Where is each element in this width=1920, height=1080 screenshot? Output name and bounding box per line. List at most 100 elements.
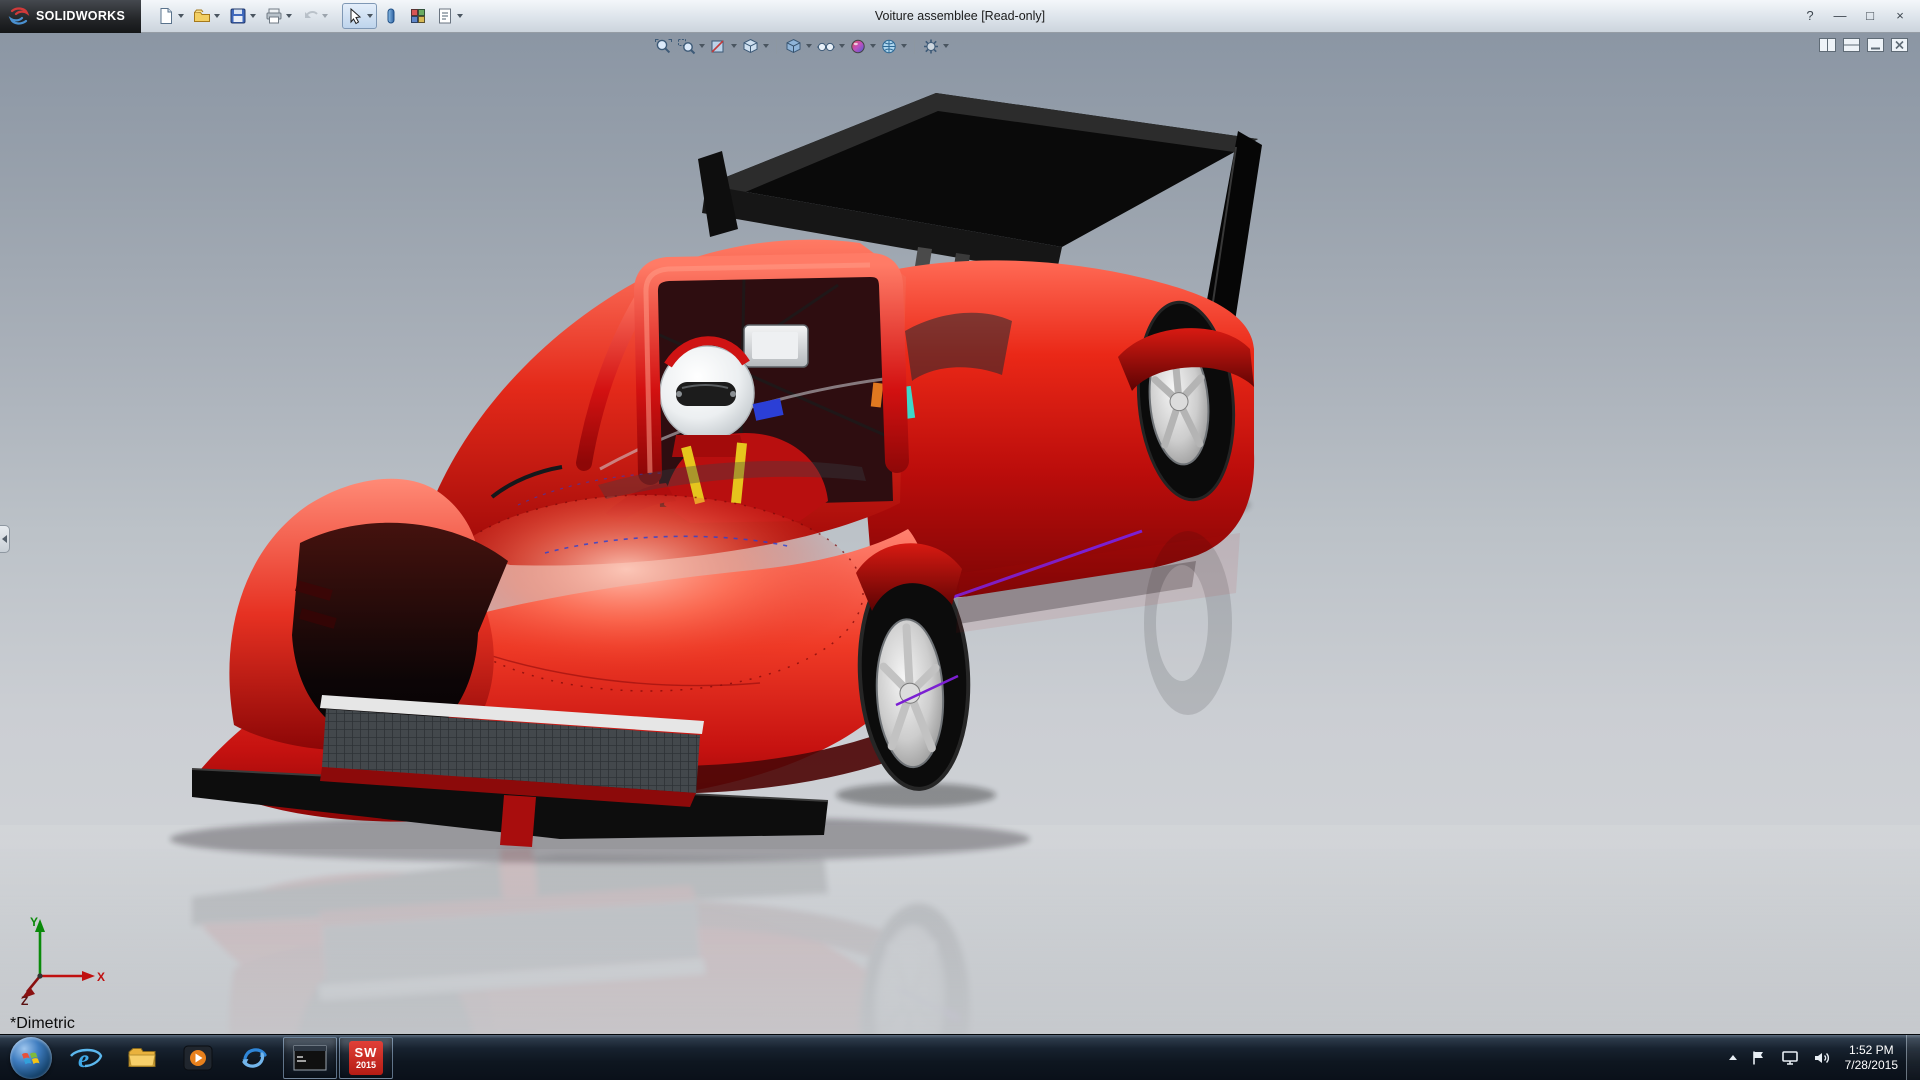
print-button[interactable] (261, 3, 296, 29)
properties-sheet-icon (439, 8, 452, 24)
print-icon (266, 8, 282, 24)
undo-button[interactable] (297, 3, 332, 29)
hide-show-glasses-icon (817, 42, 835, 51)
toolbar-separator (914, 38, 915, 54)
solidworks-window: SOLIDWORKS Voiture assemblee [Read-only]… (0, 0, 1920, 1080)
dropdown-caret-icon (763, 44, 769, 48)
zoom-fit-button[interactable] (652, 35, 675, 57)
taskbar-item-solidworks[interactable] (227, 1037, 281, 1079)
flag-icon (1752, 1051, 1763, 1064)
nose-support[interactable] (500, 795, 536, 847)
new-document-icon (160, 8, 173, 24)
document-window-controls (1819, 38, 1908, 52)
dropdown-caret-icon (367, 14, 374, 18)
brand-text: SOLIDWORKS (36, 9, 126, 23)
model-canvas[interactable] (0, 33, 1920, 1034)
minimize-document-button[interactable] (1867, 38, 1884, 52)
split-pane-horizontal-button[interactable] (1843, 38, 1860, 52)
taskbar-item-command-prompt[interactable] (283, 1036, 337, 1079)
dropdown-caret-icon (457, 14, 464, 18)
y-axis-label: Y (30, 915, 38, 929)
z-axis-label: Z (21, 994, 28, 1006)
taskbar-item-file-explorer[interactable] (115, 1037, 169, 1079)
action-center-button[interactable] (1745, 1035, 1773, 1080)
minimize-document-icon (1867, 38, 1884, 52)
dropdown-caret-icon (286, 14, 293, 18)
volume-button[interactable] (1807, 1035, 1837, 1080)
zoom-area-button[interactable] (675, 35, 707, 57)
windows-flag-icon (22, 1052, 40, 1064)
collapse-arrow-icon (2, 535, 7, 543)
clock[interactable]: 1:52 PM 7/28/2015 (1839, 1035, 1904, 1080)
solidworks-brand: SOLIDWORKS (0, 0, 142, 33)
clock-time: 1:52 PM (1848, 1042, 1894, 1057)
titlebar: SOLIDWORKS Voiture assemblee [Read-only]… (0, 0, 1920, 33)
taskbar-item-media-player[interactable] (171, 1037, 225, 1079)
system-tray: 1:52 PM 7/28/2015 (1723, 1035, 1920, 1080)
hide-show-items-button[interactable] (814, 35, 847, 57)
internet-explorer-icon: e (70, 1046, 103, 1073)
heads-up-toolbar (652, 35, 951, 57)
options-button[interactable] (405, 3, 431, 29)
file-properties-button[interactable] (432, 3, 467, 29)
taskbar-item-internet-explorer[interactable]: e (59, 1037, 113, 1079)
x-axis-label: X (97, 970, 105, 984)
dropdown-caret-icon (250, 14, 257, 18)
split-pane-vertical-button[interactable] (1819, 38, 1836, 52)
sw-badge-letters: SW (354, 1044, 378, 1060)
rear-view-mirror[interactable] (743, 324, 809, 368)
edit-appearance-button-hud[interactable] (847, 35, 878, 57)
close-document-button[interactable] (1891, 38, 1908, 52)
edit-appearance-button[interactable] (378, 3, 404, 29)
close-document-icon (1891, 38, 1908, 52)
display-style-button[interactable] (782, 35, 814, 57)
split-pane-horizontal-icon (1843, 38, 1860, 52)
open-button[interactable] (189, 3, 224, 29)
view-settings-button[interactable] (920, 35, 951, 57)
chevron-up-icon (1728, 1055, 1737, 1060)
zoom-fit-icon (655, 38, 672, 53)
start-button[interactable] (10, 1036, 52, 1079)
sw-badge-year: 2015 (355, 1059, 377, 1070)
taskbar: e SW 2015 1:52 PM 7/28/2015 (0, 1034, 1920, 1080)
orientation-triad[interactable]: Y X Z (20, 914, 106, 1006)
folder-icon (128, 1047, 156, 1067)
undo-icon (305, 10, 318, 19)
show-desktop-button[interactable] (1906, 1035, 1920, 1080)
restore-button[interactable]: □ (1862, 8, 1878, 24)
appearance-ball-icon (851, 39, 865, 53)
view-orientation-button[interactable] (739, 35, 771, 57)
panel-collapse-tab[interactable] (0, 525, 10, 553)
car-assembly[interactable] (191, 93, 1262, 847)
dropdown-caret-icon (943, 44, 949, 48)
dropdown-caret-icon (731, 44, 737, 48)
appearance-capsule-icon (387, 8, 395, 24)
dropdown-caret-icon (901, 44, 907, 48)
network-button[interactable] (1775, 1035, 1805, 1080)
command-prompt-icon (293, 1045, 327, 1070)
minimize-button[interactable]: — (1832, 8, 1848, 24)
close-button[interactable]: × (1892, 8, 1908, 24)
graphics-viewport[interactable]: Y X Z *Dimetric (0, 33, 1920, 1034)
display-style-icon (786, 38, 801, 53)
save-icon (230, 8, 246, 24)
view-settings-gear-icon (924, 39, 938, 53)
taskbar-item-solidworks-2015[interactable]: SW 2015 (339, 1036, 393, 1079)
dropdown-caret-icon (806, 44, 812, 48)
main-toolbar (153, 0, 467, 32)
clock-date: 7/28/2015 (1844, 1057, 1898, 1072)
view-orientation-cube-icon (743, 38, 758, 53)
help-button[interactable]: ? (1802, 8, 1818, 24)
open-folder-icon (194, 9, 211, 22)
select-tool-button[interactable] (342, 3, 378, 29)
show-hidden-icons-button[interactable] (1723, 1035, 1743, 1080)
new-document-button[interactable] (153, 3, 188, 29)
solidworks-2015-icon: SW 2015 (349, 1040, 383, 1075)
dropdown-caret-icon (699, 44, 705, 48)
scene-globe-icon (882, 39, 896, 53)
save-button[interactable] (225, 3, 260, 29)
network-monitor-icon (1781, 1050, 1798, 1065)
section-view-button[interactable] (707, 35, 739, 57)
apply-scene-button[interactable] (878, 35, 909, 57)
window-title: Voiture assemblee [Read-only] (874, 9, 1046, 23)
